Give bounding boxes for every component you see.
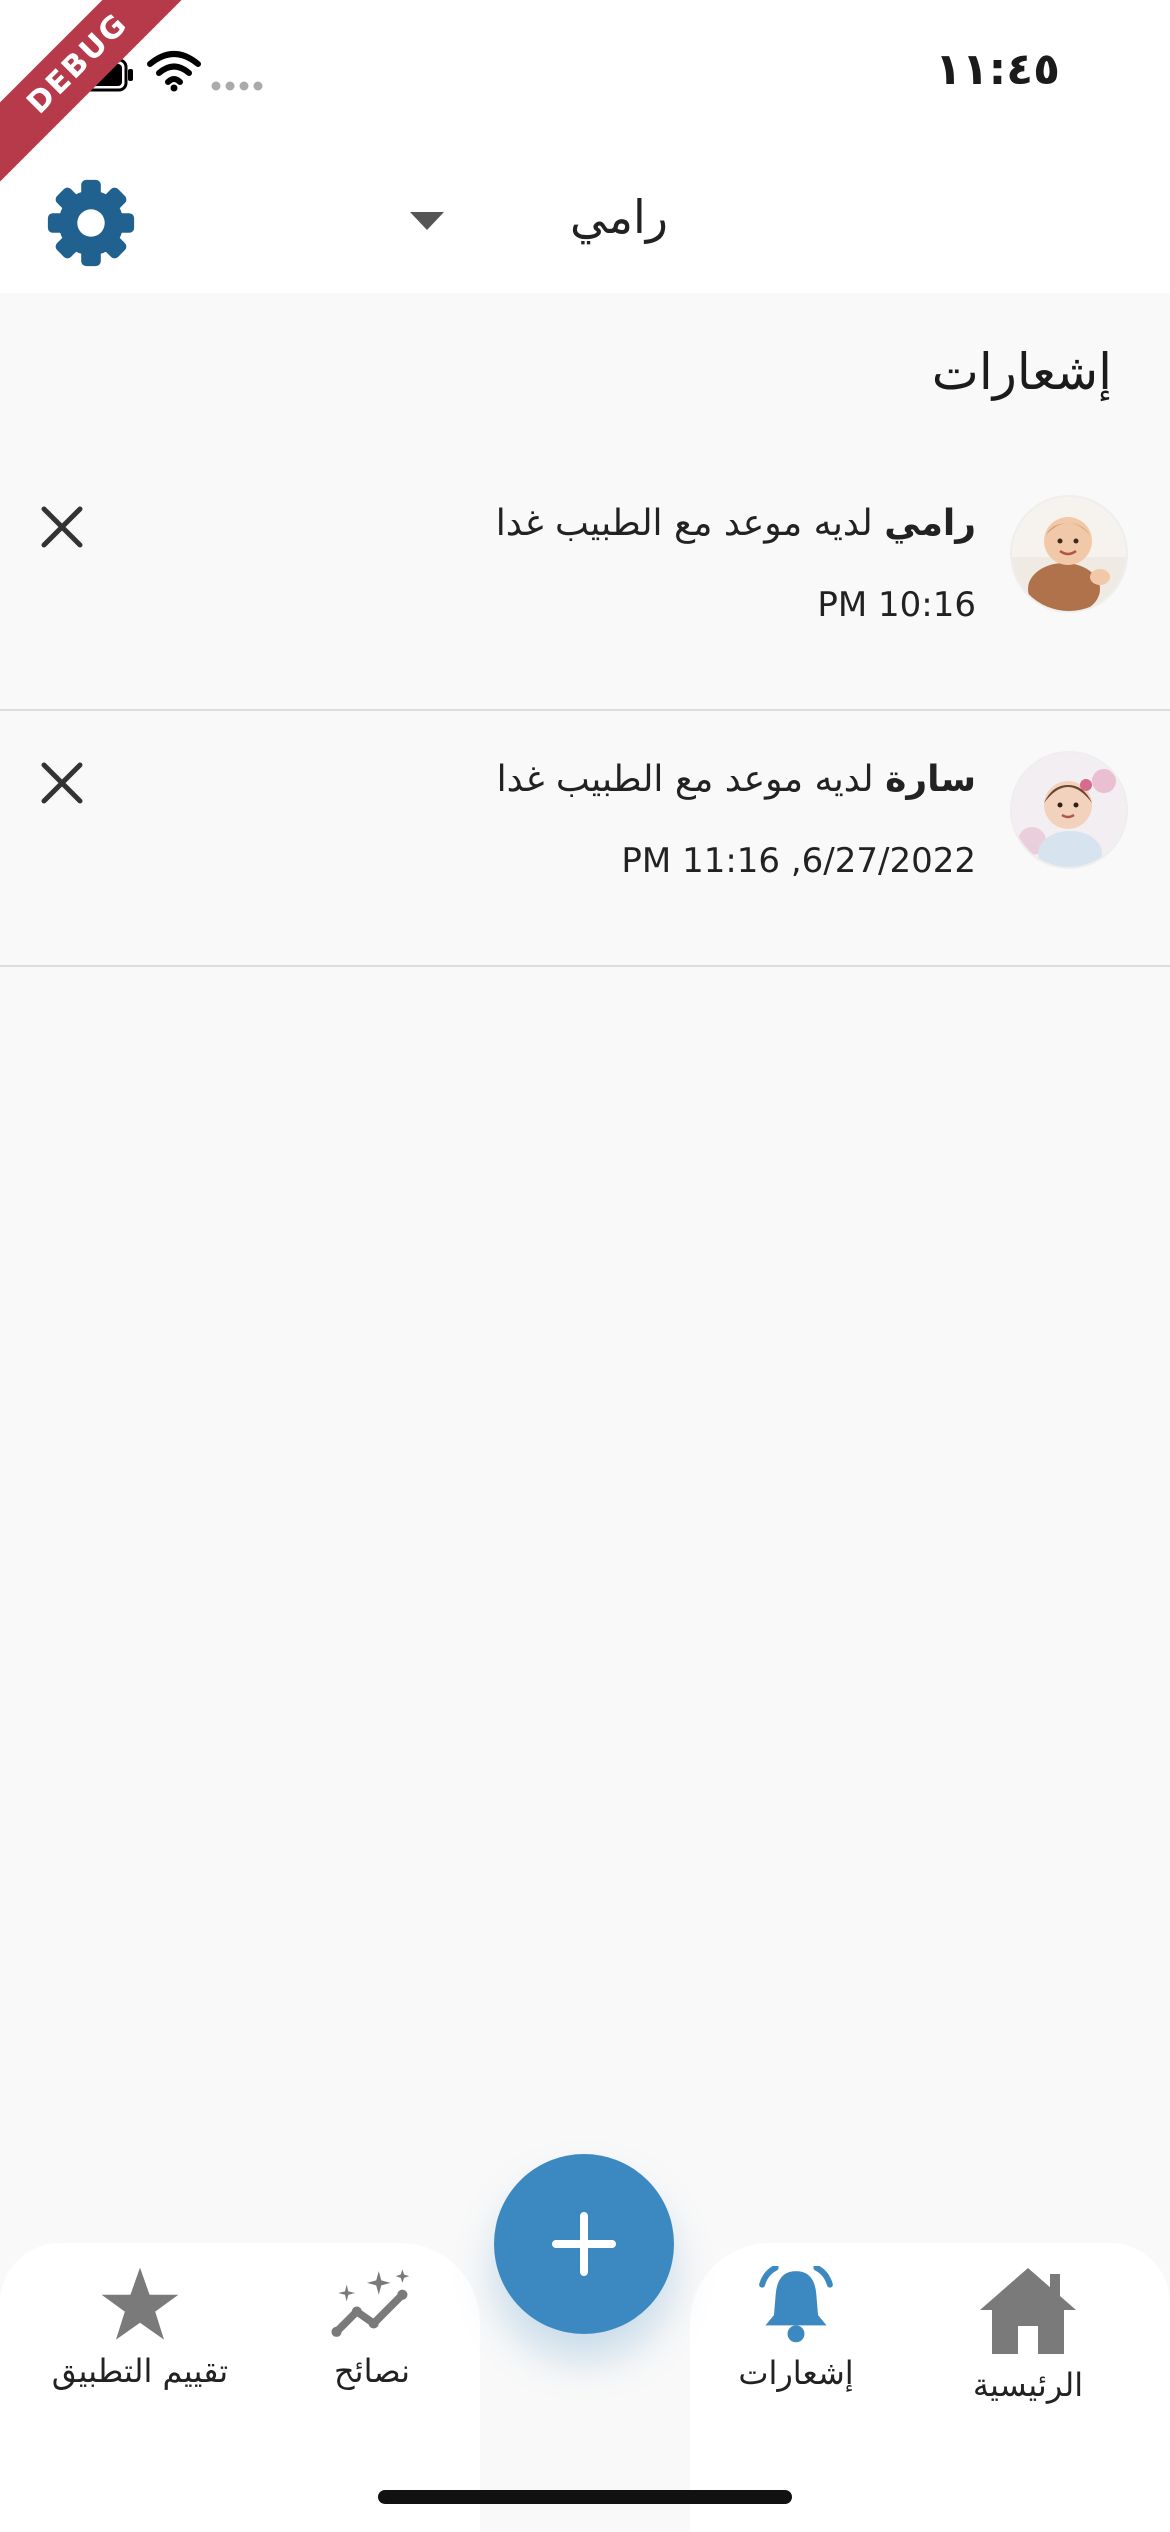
app-bar: رامي [0, 150, 1170, 293]
star-icon [101, 2267, 179, 2340]
status-time: ١١:٤٥ [934, 44, 1060, 95]
status-bar: ١١:٤٥ [0, 0, 1170, 150]
notification-item[interactable]: رامي لديه موعد مع الطبيب غدا PM 10:16 [0, 455, 1170, 711]
selected-child-name: رامي [570, 190, 668, 244]
signal-dots-icon [211, 81, 263, 91]
bottom-navigation: تقييم التطبيق نصائح إشعارات الرئيسية [0, 2128, 1170, 2532]
nav-label-home: الرئيسية [972, 2366, 1084, 2404]
notification-time: PM 11:16 ,6/27/2022 [621, 841, 976, 881]
sparkle-trend-icon [331, 2269, 410, 2337]
wifi-icon [147, 51, 201, 92]
close-icon[interactable] [38, 759, 86, 807]
avatar [1010, 495, 1128, 613]
notification-message: سارة لديه موعد مع الطبيب غدا [497, 759, 976, 800]
bell-icon [759, 2266, 833, 2343]
child-selector-dropdown[interactable]: رامي [400, 180, 700, 260]
plus-icon [552, 2212, 616, 2276]
page-title: إشعارات [931, 343, 1112, 401]
avatar [1010, 751, 1128, 869]
notification-item[interactable]: سارة لديه موعد مع الطبيب غدا PM 11:16 ,6… [0, 711, 1170, 967]
notification-message-text: لديه موعد مع الطبيب غدا [496, 759, 874, 800]
caret-down-icon [410, 212, 444, 230]
nav-item-home[interactable]: الرئيسية [928, 2266, 1128, 2416]
notification-message: رامي لديه موعد مع الطبيب غدا [496, 503, 976, 544]
home-icon [980, 2268, 1076, 2354]
nav-item-tips[interactable]: نصائح [272, 2266, 472, 2416]
notification-child-name: رامي [884, 503, 976, 544]
nav-item-rate-app[interactable]: تقييم التطبيق [40, 2266, 240, 2416]
nav-item-notifications[interactable]: إشعارات [696, 2266, 896, 2416]
close-icon[interactable] [38, 503, 86, 551]
home-indicator [378, 2490, 792, 2504]
notifications-content: إشعارات رامي لديه موعد مع الطبيب غدا PM … [0, 293, 1170, 2128]
nav-label-tips: نصائح [334, 2352, 410, 2390]
nav-label-rate-app: تقييم التطبيق [51, 2352, 229, 2390]
notification-time: PM 10:16 [817, 585, 976, 625]
notification-child-name: سارة [885, 759, 976, 800]
nav-label-notifications: إشعارات [738, 2354, 854, 2392]
add-button[interactable] [494, 2154, 674, 2334]
settings-icon[interactable] [42, 174, 140, 272]
notification-message-text: لديه موعد مع الطبيب غدا [495, 503, 873, 544]
